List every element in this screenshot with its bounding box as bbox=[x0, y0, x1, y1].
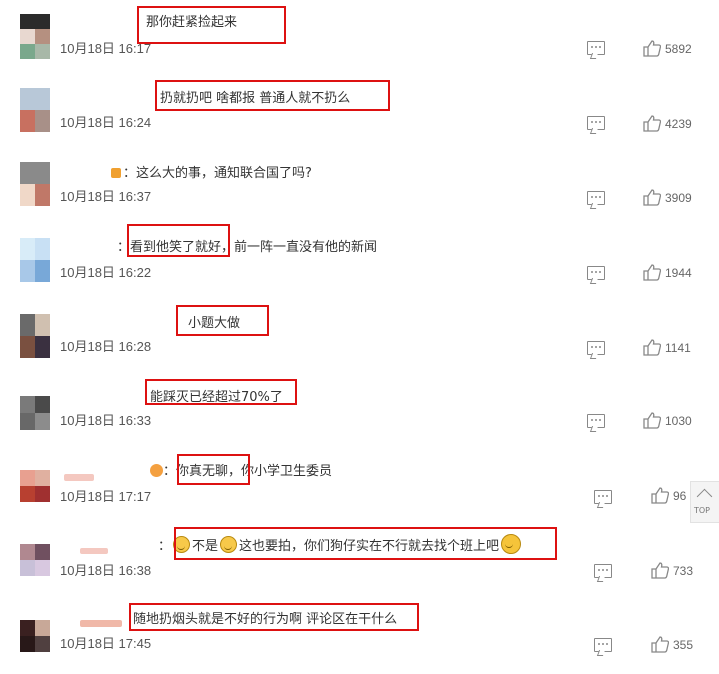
avatar[interactable] bbox=[20, 314, 50, 358]
thumbs-up-icon bbox=[651, 487, 669, 504]
comment-item: 那你赶紧捡起来 10月18日 16:17 5892 bbox=[0, 4, 719, 78]
username-blur[interactable] bbox=[80, 548, 108, 554]
comment-time: 10月18日 16:22 bbox=[60, 265, 152, 280]
thumbs-up-icon bbox=[643, 115, 661, 132]
avatar-lower bbox=[20, 29, 50, 59]
comment-item: ：看到他笑了就好，前一阵一直没有他的新闻 10月18日 16:22 1944 bbox=[0, 228, 719, 302]
highlight-box bbox=[176, 305, 269, 336]
reply-icon[interactable] bbox=[587, 41, 605, 55]
reply-icon[interactable] bbox=[587, 191, 605, 205]
avatar[interactable] bbox=[20, 544, 50, 576]
highlight-box bbox=[145, 379, 297, 405]
avatar[interactable] bbox=[20, 396, 50, 430]
highlight-box bbox=[129, 603, 419, 631]
like-count: 1141 bbox=[665, 341, 691, 355]
avatar[interactable] bbox=[20, 88, 50, 132]
reply-icon[interactable] bbox=[594, 490, 612, 504]
comment-item: ：你真无聊，你小学卫生委员 10月18日 17:17 96 bbox=[0, 452, 719, 526]
like-count: 1030 bbox=[665, 414, 692, 428]
top-label: TOP bbox=[694, 506, 711, 515]
comment-item: ：这么大的事，通知联合国了吗? 10月18日 16:37 3909 bbox=[0, 152, 719, 226]
comment-time: 10月18日 16:33 bbox=[60, 413, 152, 428]
avatar[interactable] bbox=[20, 162, 50, 206]
comment-text-wrap: ：这么大的事，通知联合国了吗? bbox=[111, 162, 312, 181]
highlight-box bbox=[137, 6, 286, 44]
colon: ： bbox=[158, 539, 172, 554]
comment-time: 10月18日 16:37 bbox=[60, 189, 152, 204]
comment-time: 10月18日 17:17 bbox=[60, 489, 152, 504]
thumbs-up-icon bbox=[643, 264, 661, 281]
reply-icon[interactable] bbox=[594, 564, 612, 578]
like-count: 3909 bbox=[665, 191, 692, 205]
username-blur[interactable] bbox=[80, 620, 122, 627]
like-count: 1944 bbox=[665, 266, 692, 280]
comment-text: ：这么大的事，通知联合国了吗? bbox=[123, 166, 312, 181]
thumbs-up-icon bbox=[643, 339, 661, 356]
comment-item: 小题大做 10月18日 16:28 1141 bbox=[0, 304, 719, 378]
comment-item: 能踩灭已经超过70%了 10月18日 16:33 1030 bbox=[0, 378, 719, 452]
back-to-top-button[interactable]: TOP bbox=[690, 481, 719, 523]
reply-icon[interactable] bbox=[587, 341, 605, 355]
comment-time: 10月18日 16:24 bbox=[60, 115, 152, 130]
like-count: 4239 bbox=[665, 117, 692, 131]
avatar[interactable] bbox=[20, 238, 50, 282]
like-count: 5892 bbox=[665, 42, 692, 56]
highlight-box bbox=[174, 527, 557, 560]
reply-icon[interactable] bbox=[587, 266, 605, 280]
highlight-box bbox=[127, 224, 230, 257]
thumbs-up-icon bbox=[651, 636, 669, 653]
like-count: 355 bbox=[673, 638, 694, 652]
avatar[interactable] bbox=[20, 470, 50, 502]
reply-icon[interactable] bbox=[587, 116, 605, 130]
like-count: 96 bbox=[673, 489, 687, 503]
comment-time: 10月18日 16:28 bbox=[60, 339, 152, 354]
thumbs-up-icon bbox=[643, 412, 661, 429]
highlight-box bbox=[177, 454, 250, 485]
highlight-box bbox=[155, 80, 390, 111]
chevron-up-icon bbox=[696, 488, 713, 505]
comment-time: 10月18日 17:45 bbox=[60, 636, 152, 651]
like-count: 733 bbox=[673, 564, 694, 578]
avatar[interactable] bbox=[20, 620, 50, 652]
reply-icon[interactable] bbox=[587, 414, 605, 428]
reply-icon[interactable] bbox=[594, 638, 612, 652]
username-blur[interactable] bbox=[64, 474, 94, 481]
thumbs-up-icon bbox=[643, 189, 661, 206]
comment-prefix: ： bbox=[163, 464, 177, 479]
emoji-icon bbox=[111, 168, 121, 178]
emoji-icon bbox=[150, 464, 163, 477]
thumbs-up-icon bbox=[651, 562, 669, 579]
thumbs-up-icon bbox=[643, 40, 661, 57]
comment-time: 10月18日 16:38 bbox=[60, 563, 152, 578]
